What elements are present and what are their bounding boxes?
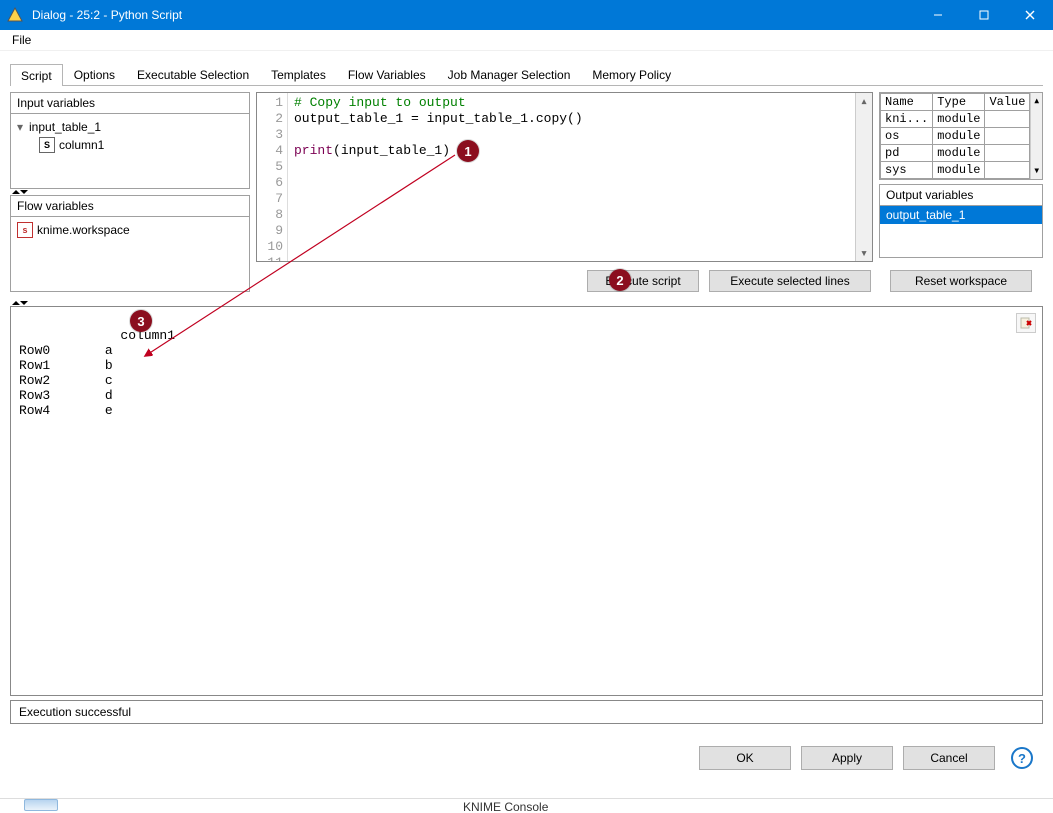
annotation-badge-3: 3	[130, 310, 152, 332]
annotation-badge-1: 1	[457, 140, 479, 162]
annotation-badge-2: 2	[609, 269, 631, 291]
